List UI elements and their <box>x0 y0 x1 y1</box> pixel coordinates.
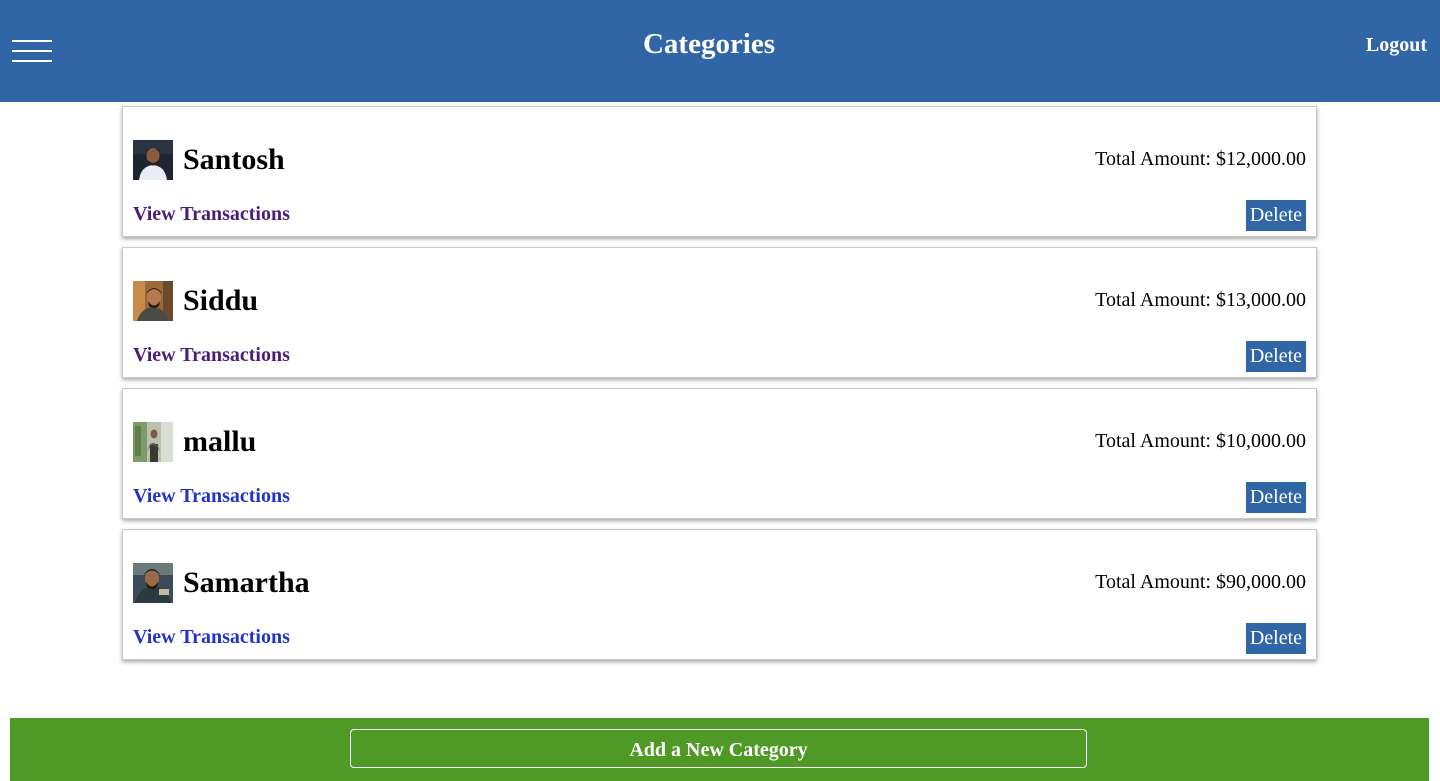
category-name: Samartha <box>183 566 310 599</box>
delete-button[interactable]: Delete <box>1245 341 1306 372</box>
category-name: Siddu <box>183 284 259 317</box>
view-transactions-link[interactable]: View Transactions <box>133 484 290 508</box>
total-amount: Total Amount: $90,000.00 <box>1095 571 1306 593</box>
view-transactions-link[interactable]: View Transactions <box>133 343 290 367</box>
category-card: Santosh Total Amount: $12,000.00 View Tr… <box>122 106 1317 237</box>
avatar <box>133 140 173 180</box>
page-title: Categories <box>642 28 776 60</box>
category-name: mallu <box>183 425 257 458</box>
add-category-button[interactable]: Add a New Category <box>350 729 1087 768</box>
view-transactions-link[interactable]: View Transactions <box>133 202 290 226</box>
logout-link[interactable]: Logout <box>1366 34 1427 57</box>
category-card: mallu Total Amount: $10,000.00 View Tran… <box>122 388 1317 519</box>
app-header: Categories Logout <box>0 0 1440 102</box>
category-card: Siddu Total Amount: $13,000.00 View Tran… <box>122 247 1317 378</box>
delete-button[interactable]: Delete <box>1245 623 1306 654</box>
delete-button[interactable]: Delete <box>1245 482 1306 513</box>
total-amount: Total Amount: $10,000.00 <box>1095 430 1306 452</box>
view-transactions-link[interactable]: View Transactions <box>133 625 290 649</box>
category-name: Santosh <box>183 143 285 176</box>
category-list: Santosh Total Amount: $12,000.00 View Tr… <box>122 106 1317 670</box>
footer-bar: Add a New Category <box>10 718 1429 781</box>
total-amount: Total Amount: $12,000.00 <box>1095 148 1306 170</box>
delete-button[interactable]: Delete <box>1245 200 1306 231</box>
avatar <box>133 563 173 603</box>
avatar <box>133 422 173 462</box>
avatar <box>133 281 173 321</box>
total-amount: Total Amount: $13,000.00 <box>1095 289 1306 311</box>
category-card: Samartha Total Amount: $90,000.00 View T… <box>122 529 1317 660</box>
